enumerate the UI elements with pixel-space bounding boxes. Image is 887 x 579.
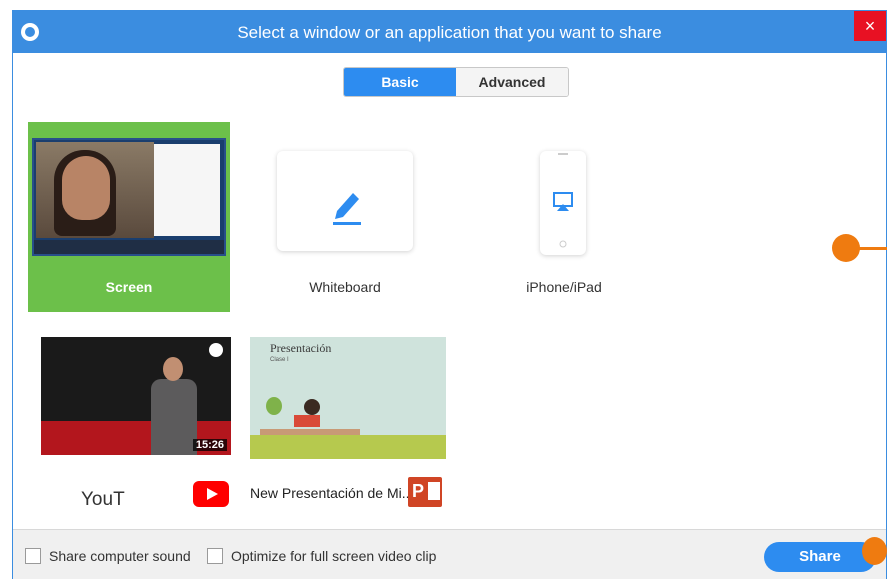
screen-label: Screen [105, 279, 153, 295]
tab-basic[interactable]: Basic [344, 68, 456, 96]
presentation-label: New Presentación de Mi... [250, 485, 414, 501]
share-option-whiteboard[interactable] [277, 151, 413, 251]
close-button[interactable]: × [854, 11, 886, 41]
whiteboard-label: Whiteboard [309, 279, 381, 295]
annotation-marker-top [832, 234, 860, 262]
share-option-iphone-ipad[interactable] [540, 151, 586, 255]
optimize-video-label: Optimize for full screen video clip [231, 548, 437, 564]
share-sound-option[interactable]: Share computer sound [25, 548, 191, 564]
share-option-screen[interactable]: Screen [28, 122, 230, 312]
slide-title: Presentación [270, 341, 332, 355]
dialog-title: Select a window or an application that y… [237, 23, 662, 42]
optimize-video-checkbox[interactable] [207, 548, 223, 564]
share-screen-dialog: Select a window or an application that y… [12, 10, 887, 579]
powerpoint-logo-icon: P [408, 477, 442, 507]
youtube-label: YouT [81, 489, 125, 510]
airplay-icon [553, 153, 573, 248]
slide-subtitle: Clase I [270, 357, 289, 363]
share-option-youtube[interactable]: 15:26 [41, 337, 231, 455]
tab-advanced[interactable]: Advanced [456, 68, 568, 96]
video-duration: 15:26 [192, 439, 227, 451]
annotation-marker-bottom [862, 537, 887, 565]
clock-icon [209, 343, 223, 357]
annotation-line [858, 247, 887, 250]
share-button[interactable]: Share [764, 542, 876, 572]
share-option-presentation[interactable]: Presentación Clase I [250, 337, 446, 459]
dialog-footer: Share computer sound Optimize for full s… [13, 529, 886, 579]
share-sound-label: Share computer sound [49, 548, 191, 564]
title-bar: Select a window or an application that y… [13, 11, 886, 53]
screen-thumbnail [32, 138, 226, 256]
optimize-video-option[interactable]: Optimize for full screen video clip [207, 548, 436, 564]
tab-switcher: Basic Advanced [343, 67, 569, 97]
share-sound-checkbox[interactable] [25, 548, 41, 564]
iphone-ipad-label: iPhone/iPad [526, 279, 602, 295]
youtube-logo-icon [193, 481, 229, 507]
pen-icon [333, 193, 361, 225]
